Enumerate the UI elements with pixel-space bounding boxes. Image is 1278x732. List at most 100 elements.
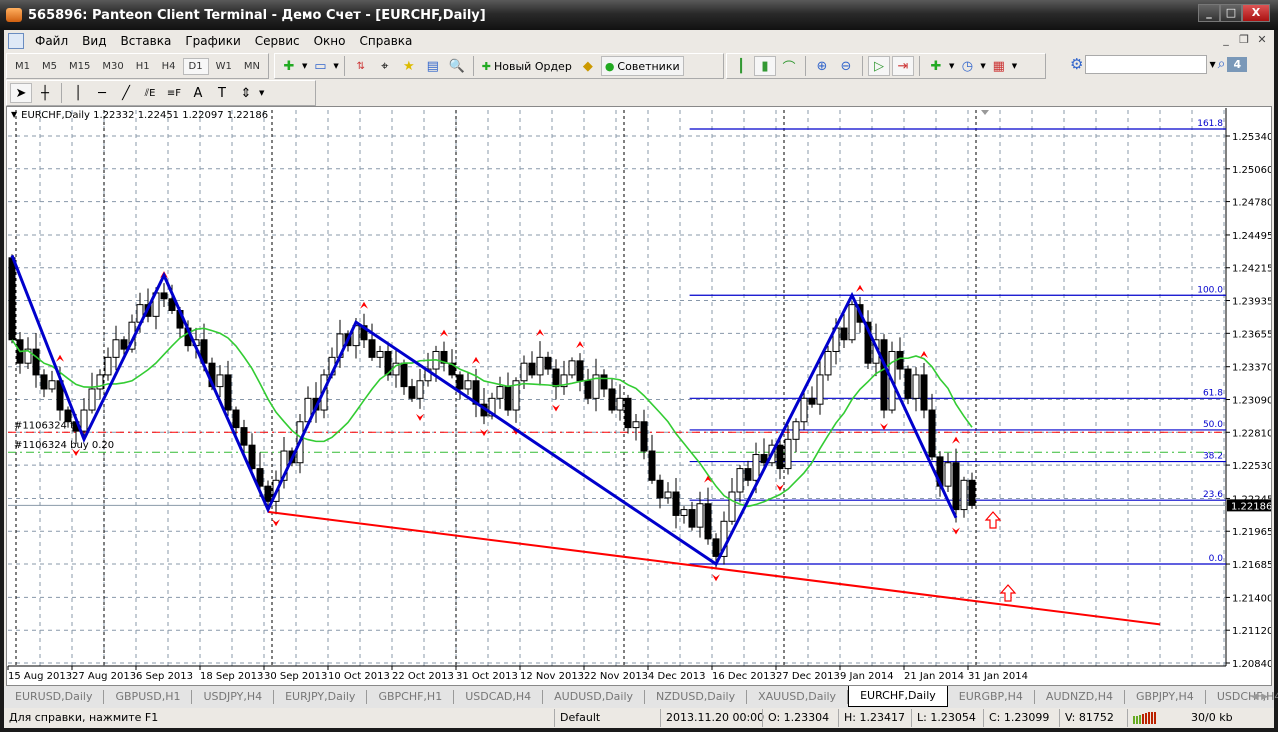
chart-window[interactable]: 1.25340 1.25060 1.24780 1.24495 1.24215 1.239…: [6, 106, 1272, 686]
data-window-icon[interactable]: ⌖: [374, 56, 396, 76]
date-tick-label: 31 Oct 2013: [456, 671, 518, 682]
fibonacci-icon[interactable]: ≡F: [163, 83, 185, 103]
menu-tools[interactable]: Сервис: [248, 34, 307, 48]
equidistant-channel-icon[interactable]: ⫽E: [139, 83, 161, 103]
candle-bull: [680, 509, 688, 516]
candle-bear: [160, 292, 168, 300]
candle-bear: [640, 421, 648, 452]
timeframe-m1[interactable]: M1: [10, 59, 35, 74]
candle-bull: [848, 304, 856, 341]
arrows-icon[interactable]: ⇕: [235, 83, 257, 103]
tab-audusd-daily[interactable]: AUDUSD,Daily: [543, 690, 646, 704]
horizontal-line-icon[interactable]: ─: [91, 83, 113, 103]
fractal-down-icon: [776, 484, 784, 492]
line-chart-icon[interactable]: ⌒: [778, 56, 800, 76]
mdi-restore-button[interactable]: ❐: [1236, 32, 1252, 48]
mdi-minimize-button[interactable]: _: [1218, 32, 1234, 48]
notifications-badge[interactable]: 4: [1227, 56, 1248, 72]
timeframe-h1[interactable]: H1: [131, 59, 155, 74]
menu-view[interactable]: Вид: [75, 34, 113, 48]
vertical-line-icon[interactable]: │: [67, 83, 89, 103]
chart-menu-triangle-icon[interactable]: ▼: [11, 110, 17, 121]
buy-arrow-icon: [984, 511, 1002, 529]
tab-scroll-arrows-icon[interactable]: ◀ ▶: [1251, 692, 1268, 702]
chart-header: ▼ EURCHF,Daily 1.22332 1.22451 1.22097 1…: [11, 110, 268, 121]
menu-insert[interactable]: Вставка: [113, 34, 178, 48]
market-watch-icon[interactable]: ⇅: [350, 56, 372, 76]
metaeditor-icon[interactable]: ◆: [577, 56, 599, 76]
timeframe-h4[interactable]: H4: [157, 59, 181, 74]
bar-chart-icon[interactable]: ┃: [730, 56, 752, 76]
tab-eurusd-daily[interactable]: EURUSD,Daily: [4, 690, 105, 704]
candle-bear: [368, 339, 376, 358]
tab-audnzd-h4[interactable]: AUDNZD,H4: [1035, 690, 1125, 704]
search-input[interactable]: [1085, 54, 1208, 74]
candlestick-icon[interactable]: ▮: [754, 56, 776, 76]
tab-nzdusd-daily[interactable]: NZDUSD,Daily: [645, 690, 748, 704]
mdi-close-button[interactable]: ✕: [1254, 32, 1270, 48]
cursor-icon[interactable]: ➤: [10, 83, 32, 103]
autoscroll-icon[interactable]: ▷: [868, 56, 890, 76]
price-tick-label: 1.21685: [1232, 560, 1271, 571]
candle-bull: [616, 397, 624, 411]
price-tick-label: 1.24495: [1232, 231, 1271, 242]
price-chart[interactable]: 1.25340 1.25060 1.24780 1.24495 1.24215 1.239…: [7, 107, 1271, 685]
candle-bear: [760, 454, 768, 464]
fractal-up-icon: [856, 284, 864, 292]
periods-icon[interactable]: ◷: [956, 56, 978, 76]
price-tick-label: 1.24780: [1232, 198, 1271, 209]
chart-window-icon[interactable]: [8, 33, 24, 49]
new-order-button[interactable]: ✚ Новый Ордер: [479, 56, 575, 76]
timeframe-m30[interactable]: M30: [97, 59, 128, 74]
strategy-tester-icon[interactable]: 🔍: [446, 56, 468, 76]
search-dropdown-icon[interactable]: ▼: [1209, 60, 1215, 69]
tab-eurgbp-h4[interactable]: EURGBP,H4: [948, 690, 1035, 704]
fractal-up-icon: [536, 329, 544, 337]
tab-gbpusd-h1[interactable]: GBPUSD,H1: [104, 690, 193, 704]
status-high: H: 1.23417: [838, 709, 911, 727]
menu-window[interactable]: Окно: [307, 34, 353, 48]
experts-button[interactable]: ● Советники: [600, 56, 684, 76]
zoom-out-icon[interactable]: ⊖: [835, 56, 857, 76]
tab-eurjpy-daily[interactable]: EURJPY,Daily: [274, 690, 368, 704]
timeframe-mn[interactable]: MN: [239, 59, 265, 74]
navigator-icon[interactable]: ★: [398, 56, 420, 76]
fibo-level-label: 100.0: [1197, 285, 1223, 295]
templates-icon[interactable]: ▦: [988, 56, 1010, 76]
menu-file[interactable]: Файл: [28, 34, 75, 48]
status-open: O: 1.23304: [762, 709, 838, 727]
search-icon[interactable]: ⌕: [1218, 56, 1226, 72]
tab-usdjpy-h4[interactable]: USDJPY,H4: [192, 690, 275, 704]
menu-charts[interactable]: Графики: [178, 34, 247, 48]
settings-gear-icon[interactable]: ⚙: [1070, 55, 1083, 73]
date-tick-label: 27 Aug 2013: [72, 671, 136, 682]
new-chart-icon[interactable]: ✚: [278, 56, 300, 76]
crosshair-icon[interactable]: ┼: [34, 83, 56, 103]
timeframe-d1[interactable]: D1: [182, 57, 209, 75]
tab-gbpjpy-h4[interactable]: GBPJPY,H4: [1125, 690, 1206, 704]
price-tick-label: 1.21400: [1232, 593, 1271, 604]
timeframe-w1[interactable]: W1: [211, 59, 237, 74]
text-label-icon[interactable]: T: [211, 83, 233, 103]
trendline-icon[interactable]: ╱: [115, 83, 137, 103]
profiles-icon[interactable]: ▭: [309, 56, 331, 76]
chart-shift-icon[interactable]: ⇥: [892, 56, 914, 76]
timeframe-m15[interactable]: M15: [64, 59, 95, 74]
candle-bull: [88, 388, 96, 411]
minimize-button[interactable]: _: [1198, 4, 1220, 22]
tab-xauusd-daily[interactable]: XAUUSD,Daily: [747, 690, 849, 704]
close-button[interactable]: X: [1242, 4, 1270, 22]
zoom-in-icon[interactable]: ⊕: [811, 56, 833, 76]
maximize-button[interactable]: □: [1220, 4, 1242, 22]
indicators-icon[interactable]: ✚: [925, 56, 947, 76]
candle-bull: [416, 380, 424, 399]
tab-eurchf-daily[interactable]: EURCHF,Daily: [848, 686, 948, 707]
tab-gbpchf-h1[interactable]: GBPCHF,H1: [367, 690, 455, 704]
tab-usdcad-h4[interactable]: USDCAD,H4: [454, 690, 544, 704]
terminal-icon[interactable]: ▤: [422, 56, 444, 76]
timeframe-m5[interactable]: M5: [37, 59, 62, 74]
text-icon[interactable]: A: [187, 83, 209, 103]
candle-bear: [544, 356, 552, 370]
menu-help[interactable]: Справка: [353, 34, 420, 48]
date-tick-label: 18 Sep 2013: [200, 671, 263, 682]
